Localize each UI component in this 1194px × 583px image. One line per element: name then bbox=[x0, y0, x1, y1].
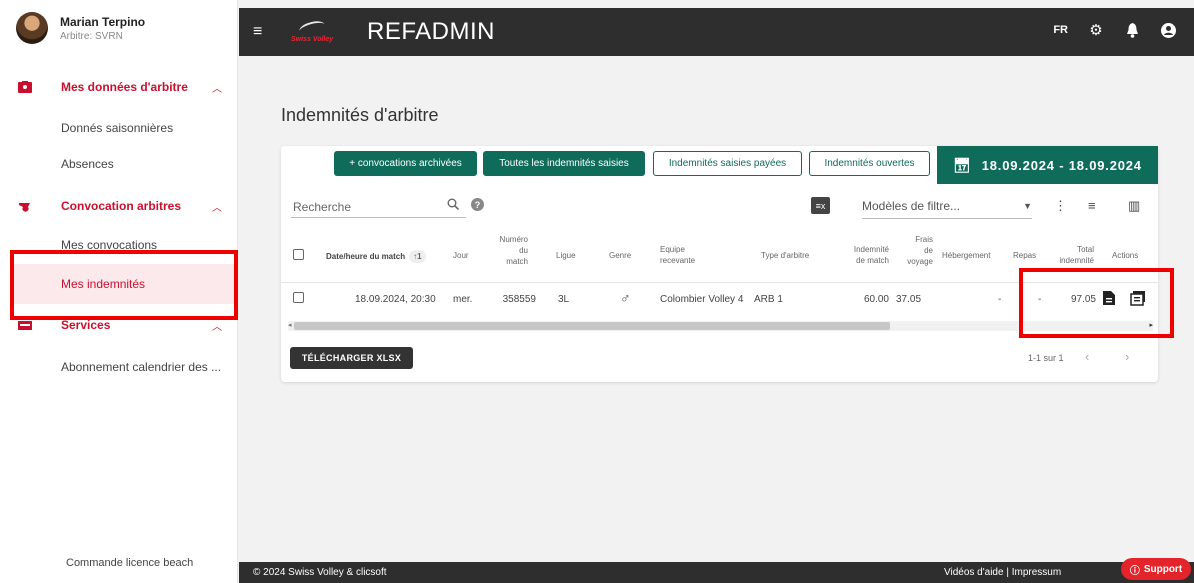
date-range-button[interactable]: 📅︎ 18.09.2024 - 18.09.2024 bbox=[937, 146, 1158, 184]
page-title: Indemnités d'arbitre bbox=[281, 105, 439, 125]
sidebar-footer-link[interactable]: Commande licence beach bbox=[66, 557, 193, 569]
highlight-box-actions bbox=[1019, 268, 1174, 338]
app-title: REFADMIN bbox=[367, 18, 496, 45]
cell-ligue: 3L bbox=[558, 294, 570, 305]
chevron-up-icon: ︿ bbox=[212, 83, 222, 95]
help-circle-icon: ⓘ bbox=[1129, 565, 1140, 577]
col-header-genre[interactable]: Genre bbox=[609, 250, 631, 261]
sidebar-section-donnees[interactable]: Mes données d'arbitre ︿ bbox=[0, 74, 238, 100]
paid-indemnities-button[interactable]: Indemnités saisies payées bbox=[653, 151, 802, 176]
cell-type: ARB 1 bbox=[754, 294, 783, 305]
col-header-hebergement[interactable]: Hébergement bbox=[942, 250, 990, 261]
user-name: Marian Terpino bbox=[60, 14, 146, 29]
search-underline bbox=[291, 217, 466, 218]
sidebar-item-abonnement[interactable]: Abonnement calendrier des ... bbox=[61, 360, 221, 374]
col-header-repas[interactable]: Repas bbox=[1013, 250, 1036, 261]
account-icon[interactable] bbox=[1160, 22, 1176, 38]
cell-jour: mer. bbox=[453, 294, 473, 305]
sidebar-item-donnes-saisonnieres[interactable]: Donnés saisonnières bbox=[61, 121, 173, 135]
user-role: Arbitre: SVRN bbox=[60, 30, 123, 42]
help-icon[interactable]: ? bbox=[471, 198, 484, 211]
section-label: Convocation arbitres bbox=[61, 199, 182, 213]
swiss-volley-logo: Swiss Volley bbox=[291, 18, 341, 46]
col-header-equipe[interactable]: Equipe recevante bbox=[660, 244, 695, 266]
select-all-checkbox[interactable] bbox=[293, 249, 304, 260]
next-page-icon[interactable]: › bbox=[1125, 349, 1129, 364]
pagination-info: 1-1 sur 1 bbox=[1028, 353, 1064, 363]
more-vert-icon[interactable]: ⋮ bbox=[1054, 198, 1067, 214]
col-header-frais[interactable]: Frais de voyage bbox=[897, 234, 933, 267]
date-range-label: 18.09.2024 - 18.09.2024 bbox=[981, 157, 1142, 173]
top-bar: ≡ Swiss Volley REFADMIN FR ⚙ bbox=[239, 8, 1194, 56]
archived-convocations-button[interactable]: + convocations archivées bbox=[334, 151, 477, 176]
scroll-left-icon[interactable]: ◂ bbox=[288, 321, 292, 329]
cell-numero: 358559 bbox=[502, 294, 536, 305]
dropdown-caret-icon: ▼ bbox=[1023, 201, 1032, 211]
col-header-jour[interactable]: Jour bbox=[453, 250, 469, 261]
download-xlsx-button[interactable]: TÉLÉCHARGER XLSX bbox=[290, 347, 413, 369]
user-profile[interactable]: Marian Terpino Arbitre: SVRN bbox=[16, 12, 145, 44]
menu-icon[interactable]: ≡ bbox=[253, 24, 262, 40]
all-indemnities-button[interactable]: Toutes les indemnités saisies bbox=[483, 151, 645, 176]
col-header-type[interactable]: Type d'arbitre bbox=[761, 250, 809, 261]
support-button[interactable]: ⓘ Support bbox=[1121, 558, 1191, 580]
chevron-up-icon: ︿ bbox=[212, 202, 222, 214]
clear-filter-icon[interactable]: ≡x bbox=[811, 197, 830, 214]
col-header-date[interactable]: Date/heure du match ↑1 bbox=[326, 250, 426, 263]
filter-icon[interactable]: ≡ bbox=[1088, 198, 1096, 213]
gear-icon[interactable]: ⚙ bbox=[1088, 22, 1104, 39]
footer: © 2024 Swiss Volley & clicsoft Vidéos d'… bbox=[239, 562, 1194, 583]
filter-underline bbox=[862, 218, 1032, 219]
footer-links[interactable]: Vidéos d'aide | Impressum bbox=[944, 567, 1061, 578]
cell-hebergement: - bbox=[998, 294, 1002, 305]
sidebar-item-absences[interactable]: Absences bbox=[61, 157, 114, 171]
prev-page-icon[interactable]: ‹ bbox=[1085, 349, 1089, 364]
bell-icon[interactable] bbox=[1124, 22, 1140, 38]
filter-template-label: Modèles de filtre... bbox=[862, 199, 961, 213]
male-icon: ♂ bbox=[620, 290, 631, 306]
col-header-ligue[interactable]: Ligue bbox=[556, 250, 576, 261]
col-header-total[interactable]: Total indemnité bbox=[1048, 244, 1094, 266]
col-header-actions: Actions bbox=[1112, 251, 1139, 260]
cell-equipe: Colombier Volley 4 bbox=[660, 294, 744, 305]
row-checkbox[interactable] bbox=[293, 292, 304, 303]
cell-date: 18.09.2024, 20:30 bbox=[355, 294, 436, 305]
highlight-box-sidebar bbox=[10, 250, 238, 320]
cell-frais: 37.05 bbox=[896, 294, 922, 305]
columns-icon[interactable]: ▥ bbox=[1128, 198, 1140, 214]
filter-template-select[interactable]: Modèles de filtre... ▼ bbox=[862, 199, 1032, 213]
services-icon bbox=[18, 321, 32, 330]
search-icon[interactable] bbox=[447, 198, 459, 210]
col-header-indemnite[interactable]: Indemnité de match bbox=[838, 244, 889, 266]
sidebar-section-convocation[interactable]: Convocation arbitres ︿ bbox=[0, 193, 238, 219]
open-indemnities-button[interactable]: Indemnités ouvertes bbox=[809, 151, 930, 176]
section-label: Services bbox=[61, 318, 111, 332]
sort-badge[interactable]: ↑1 bbox=[409, 250, 426, 263]
col-header-numero[interactable]: Numéro du match bbox=[492, 234, 528, 267]
copyright: © 2024 Swiss Volley & clicsoft bbox=[253, 567, 387, 578]
search-input[interactable]: Recherche bbox=[293, 200, 351, 214]
scrollbar-thumb[interactable] bbox=[294, 322, 890, 330]
whistle-icon bbox=[19, 203, 30, 212]
avatar bbox=[16, 12, 48, 44]
id-card-icon bbox=[18, 81, 32, 93]
calendar-icon: 📅︎ bbox=[953, 156, 972, 173]
section-label: Mes données d'arbitre bbox=[61, 80, 188, 94]
cell-indemnite: 60.00 bbox=[863, 294, 889, 305]
language-switch[interactable]: FR bbox=[1053, 24, 1068, 36]
